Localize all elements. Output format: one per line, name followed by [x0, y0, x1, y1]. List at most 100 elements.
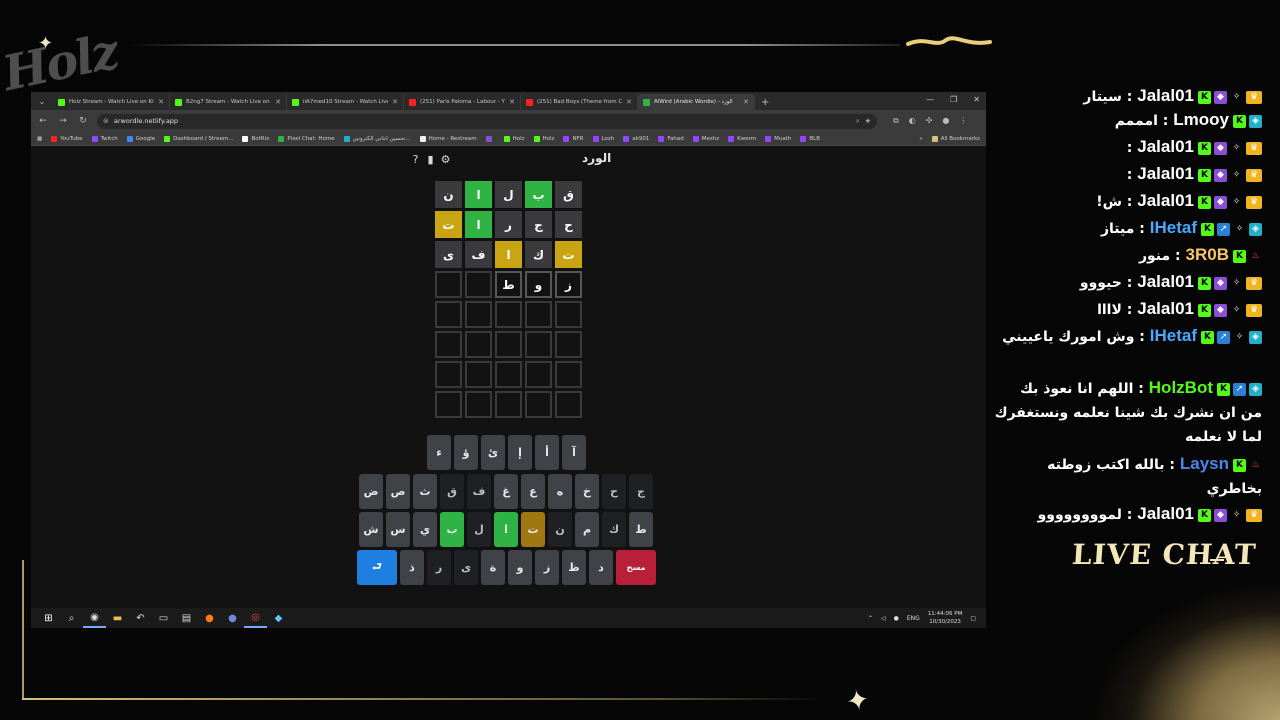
- all-bookmarks-folder[interactable]: All Bookmarks: [931, 135, 980, 142]
- settings-gear-icon[interactable]: ⚙: [439, 153, 452, 166]
- help-icon[interactable]: ?: [409, 153, 422, 166]
- chat-username[interactable]: IHetaf: [1150, 218, 1197, 237]
- keyboard-key[interactable]: آ: [562, 435, 586, 470]
- menu-icon[interactable]: ⋮: [959, 116, 967, 126]
- chat-username[interactable]: Lmooy: [1173, 110, 1229, 129]
- keyboard-key[interactable]: ا: [494, 512, 518, 547]
- keyboard-key[interactable]: ح: [602, 474, 626, 509]
- bookmark-item[interactable]: Holz: [503, 135, 525, 142]
- keyboard-key[interactable]: و: [508, 550, 532, 585]
- close-icon[interactable]: ✕: [973, 95, 980, 104]
- keyboard-key[interactable]: ق: [440, 474, 464, 509]
- chat-username[interactable]: Jalal01: [1137, 504, 1194, 523]
- app-icon[interactable]: ▭: [152, 608, 175, 628]
- browser-tab[interactable]: B2ng7 Stream - Watch Live on ✕: [170, 94, 287, 110]
- tab-close-icon[interactable]: ✕: [158, 98, 164, 106]
- app-icon[interactable]: ▤: [175, 608, 198, 628]
- chat-username[interactable]: IHetaf: [1150, 326, 1197, 345]
- keyboard-key[interactable]: ع: [521, 474, 545, 509]
- firefox-icon[interactable]: ●: [198, 608, 221, 628]
- keyboard-key[interactable]: ر: [427, 550, 451, 585]
- stats-icon[interactable]: ▮: [424, 153, 437, 166]
- bookmark-item[interactable]: Pixel Chat: Home: [278, 135, 335, 142]
- bookmark-item[interactable]: BotRix: [242, 135, 269, 142]
- tab-close-icon[interactable]: ✕: [626, 98, 632, 106]
- reload-icon[interactable]: ↻: [77, 116, 89, 126]
- bookmark-item[interactable]: Kwerm: [728, 135, 756, 142]
- bookmark-item[interactable]: Twitch: [91, 135, 118, 142]
- delete-key-button[interactable]: مسح: [616, 550, 656, 585]
- keyboard-key[interactable]: ش: [359, 512, 383, 547]
- keyboard-key[interactable]: أ: [535, 435, 559, 470]
- tray-chevron-icon[interactable]: ⌃: [868, 615, 873, 622]
- keyboard-key[interactable]: ة: [481, 550, 505, 585]
- bookmark-item[interactable]: Lozh: [592, 135, 614, 142]
- browser-tab[interactable]: Holz Stream - Watch Live on Ki ✕: [53, 94, 170, 110]
- chat-username[interactable]: Jalal01: [1137, 137, 1194, 156]
- mic-icon[interactable]: ●: [894, 615, 899, 622]
- tab-close-icon[interactable]: ✕: [275, 98, 281, 106]
- speaker-icon[interactable]: ◁: [881, 615, 886, 622]
- app-icon[interactable]: ↶: [129, 608, 152, 628]
- keyboard-key[interactable]: ف: [467, 474, 491, 509]
- bookmark-item[interactable]: [485, 135, 495, 142]
- site-info-icon[interactable]: ⊜: [103, 117, 109, 125]
- tab-search-icon[interactable]: ⌄: [35, 94, 49, 108]
- new-tab-button[interactable]: +: [755, 97, 775, 108]
- chat-username[interactable]: Jalal01: [1137, 272, 1194, 291]
- extension-icon[interactable]: ◐: [909, 116, 916, 126]
- keyboard-key[interactable]: م: [575, 512, 599, 547]
- discord-icon[interactable]: ●: [221, 608, 244, 628]
- notification-icon[interactable]: ▢: [970, 615, 976, 622]
- bookmark-item[interactable]: ak901: [623, 135, 649, 142]
- file-explorer-icon[interactable]: ▬: [106, 608, 129, 628]
- chat-username[interactable]: Jalal01: [1137, 191, 1194, 210]
- maximize-icon[interactable]: ❐: [950, 95, 957, 104]
- keyboard-key[interactable]: ب: [440, 512, 464, 547]
- bookmark-item[interactable]: Meshz: [692, 135, 719, 142]
- keyboard-key[interactable]: ي: [413, 512, 437, 547]
- bookmark-item[interactable]: Fahad: [658, 135, 684, 142]
- keyboard-key[interactable]: ج: [629, 474, 653, 509]
- zoom-icon[interactable]: ⌕: [856, 117, 860, 126]
- search-icon[interactable]: ⌕: [60, 608, 83, 628]
- chrome-icon[interactable]: ◎: [244, 608, 267, 628]
- address-bar[interactable]: ⊜ arwordle.netlify.app ⌕ ★: [97, 113, 877, 129]
- keyboard-key[interactable]: إ: [508, 435, 532, 470]
- keyboard-key[interactable]: ظ: [562, 550, 586, 585]
- tab-close-icon[interactable]: ✕: [509, 98, 515, 106]
- puzzle-icon[interactable]: ✣: [926, 116, 933, 126]
- clock[interactable]: 11:44:06 PM 10/30/2023: [928, 610, 963, 626]
- keyboard-key[interactable]: ث: [413, 474, 437, 509]
- keyboard-key[interactable]: د: [589, 550, 613, 585]
- keyboard-key[interactable]: ز: [535, 550, 559, 585]
- bookmark-item[interactable]: Home - Restream: [419, 135, 477, 142]
- minimize-icon[interactable]: —: [926, 95, 934, 104]
- forward-icon[interactable]: →: [57, 116, 69, 126]
- bookmark-item[interactable]: Dashboard / Stream...: [164, 135, 233, 142]
- steam-icon[interactable]: ◆: [267, 608, 290, 628]
- tab-close-icon[interactable]: ✕: [743, 98, 749, 106]
- keyboard-key[interactable]: ذ: [400, 550, 424, 585]
- keyboard-key[interactable]: ه: [548, 474, 572, 509]
- browser-tab[interactable]: (251) Bad Boys (Theme from Co ✕: [521, 94, 638, 110]
- bookmark-item[interactable]: YouTube: [51, 135, 83, 142]
- keyboard-key[interactable]: خ: [575, 474, 599, 509]
- bookmark-item[interactable]: Muath: [765, 135, 791, 142]
- chat-username[interactable]: Jalal01: [1137, 164, 1194, 183]
- chat-username[interactable]: Jalal01: [1137, 86, 1194, 105]
- chat-username[interactable]: Jalal01: [1137, 299, 1194, 318]
- keyboard-key[interactable]: ن: [548, 512, 572, 547]
- obs-icon[interactable]: ◉: [83, 608, 106, 628]
- browser-tab[interactable]: AlWird (Arabic Wordle) - الورد ✕: [638, 94, 755, 110]
- keyboard-key[interactable]: غ: [494, 474, 518, 509]
- extension-icon[interactable]: ⧉: [893, 116, 899, 126]
- keyboard-key[interactable]: ؤ: [454, 435, 478, 470]
- browser-tab[interactable]: (251) Paris Paloma - Labour - Y ✕: [404, 94, 521, 110]
- language-indicator[interactable]: ENG: [907, 615, 920, 622]
- chat-username[interactable]: 3R0B: [1186, 245, 1229, 264]
- keyboard-key[interactable]: ك: [602, 512, 626, 547]
- keyboard-key[interactable]: ط: [629, 512, 653, 547]
- keyboard-key[interactable]: ى: [454, 550, 478, 585]
- more-bookmarks-icon[interactable]: »: [919, 136, 922, 142]
